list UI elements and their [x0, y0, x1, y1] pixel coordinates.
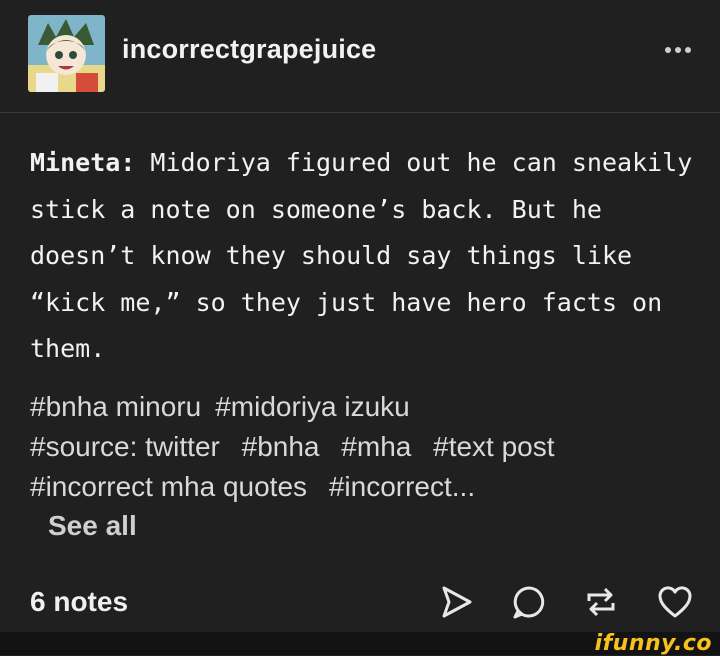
tag[interactable]: #bnha minoru: [30, 391, 201, 422]
speaker-label: Mineta:: [30, 148, 136, 177]
more-dots-icon[interactable]: [660, 40, 696, 60]
tag-list: #bnha minoru #midoriya izuku #source: twi…: [30, 387, 710, 507]
tag[interactable]: #mha: [341, 431, 411, 462]
post-header: incorrectgrapejuice: [0, 0, 720, 112]
send-icon[interactable]: [440, 584, 474, 620]
reply-bubble-icon[interactable]: [511, 584, 547, 620]
header-divider: [0, 112, 720, 113]
ifunny-watermark: ifunny.co: [594, 631, 712, 656]
tag[interactable]: #source: twitter: [30, 431, 220, 462]
see-all-tags-button[interactable]: See all: [48, 510, 137, 542]
reblog-icon[interactable]: [583, 584, 619, 620]
tag[interactable]: #text post: [433, 431, 554, 462]
heart-icon[interactable]: [656, 584, 694, 620]
notes-count[interactable]: 6 notes: [30, 586, 128, 618]
post-text: Midoriya figured out he can sneakily sti…: [30, 148, 693, 363]
tag[interactable]: #bnha: [242, 431, 320, 462]
avatar[interactable]: [28, 15, 105, 92]
blog-username[interactable]: incorrectgrapejuice: [122, 34, 376, 65]
post-body: Mineta: Midoriya figured out he can snea…: [30, 140, 710, 373]
tag[interactable]: #incorrect mha quotes: [30, 471, 307, 502]
tag[interactable]: #midoriya izuku: [215, 391, 410, 422]
tag[interactable]: #incorrect...: [329, 471, 475, 502]
